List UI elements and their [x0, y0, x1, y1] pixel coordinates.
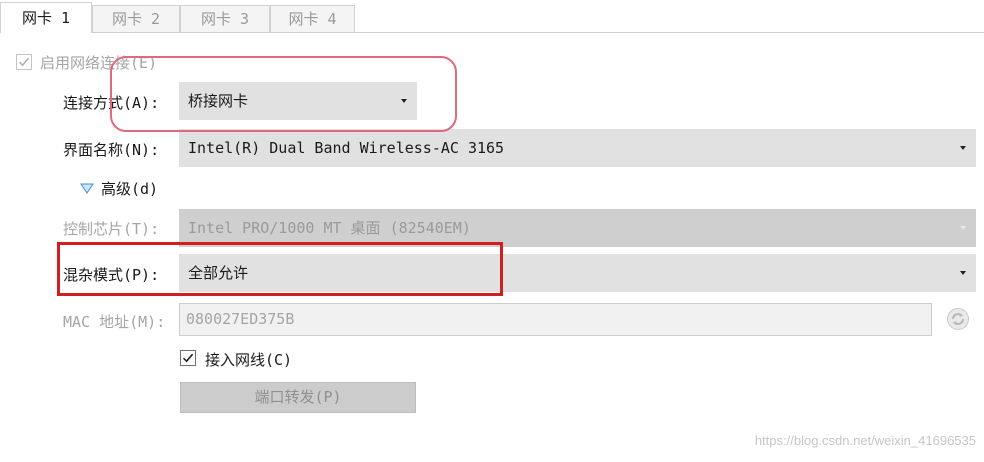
interface-name-value: Intel(R) Dual Band Wireless-AC 3165 [188, 139, 505, 157]
triangle-down-icon [80, 183, 94, 194]
advanced-label: 高级(d) [101, 180, 159, 198]
checkmark-icon [18, 57, 30, 67]
enable-network-checkbox[interactable] [16, 54, 32, 70]
highlight-rect-box [57, 242, 503, 296]
refresh-mac-button[interactable] [946, 307, 970, 331]
watermark: https://blog.csdn.net/weixin_41696535 [754, 433, 976, 448]
mac-address-label: MAC 地址(M): [63, 313, 166, 331]
mac-address-value: 080027ED375B [186, 310, 295, 328]
port-forwarding-button[interactable]: 端口转发(P) [180, 382, 416, 413]
adapter-type-label: 控制芯片(T): [63, 220, 160, 238]
tab-adapter-1[interactable]: 网卡 1 [0, 2, 92, 33]
interface-name-select[interactable]: Intel(R) Dual Band Wireless-AC 3165 [179, 129, 976, 167]
tab-adapter-2[interactable]: 网卡 2 [92, 5, 180, 32]
dropdown-arrow-icon [960, 146, 966, 150]
mac-address-field[interactable]: 080027ED375B [179, 303, 932, 336]
adapter-type-value: Intel PRO/1000 MT 桌面 (82540EM) [188, 219, 471, 237]
dropdown-arrow-icon [960, 226, 966, 230]
advanced-toggle[interactable]: 高级(d) [80, 180, 200, 200]
cable-connected-label: 接入网线(C) [205, 351, 293, 369]
tab-bar-divider [0, 32, 984, 33]
tab-adapter-4[interactable]: 网卡 4 [270, 5, 355, 32]
cable-connected-checkbox[interactable] [180, 350, 196, 366]
interface-name-label: 界面名称(N): [63, 141, 160, 159]
tab-bar: 网卡 1 网卡 2 网卡 3 网卡 4 [0, 0, 984, 33]
refresh-icon [947, 308, 969, 330]
highlight-rounded-box [110, 56, 457, 132]
dropdown-arrow-icon [960, 271, 966, 275]
tab-adapter-3[interactable]: 网卡 3 [180, 5, 270, 32]
checkmark-icon [182, 353, 194, 363]
